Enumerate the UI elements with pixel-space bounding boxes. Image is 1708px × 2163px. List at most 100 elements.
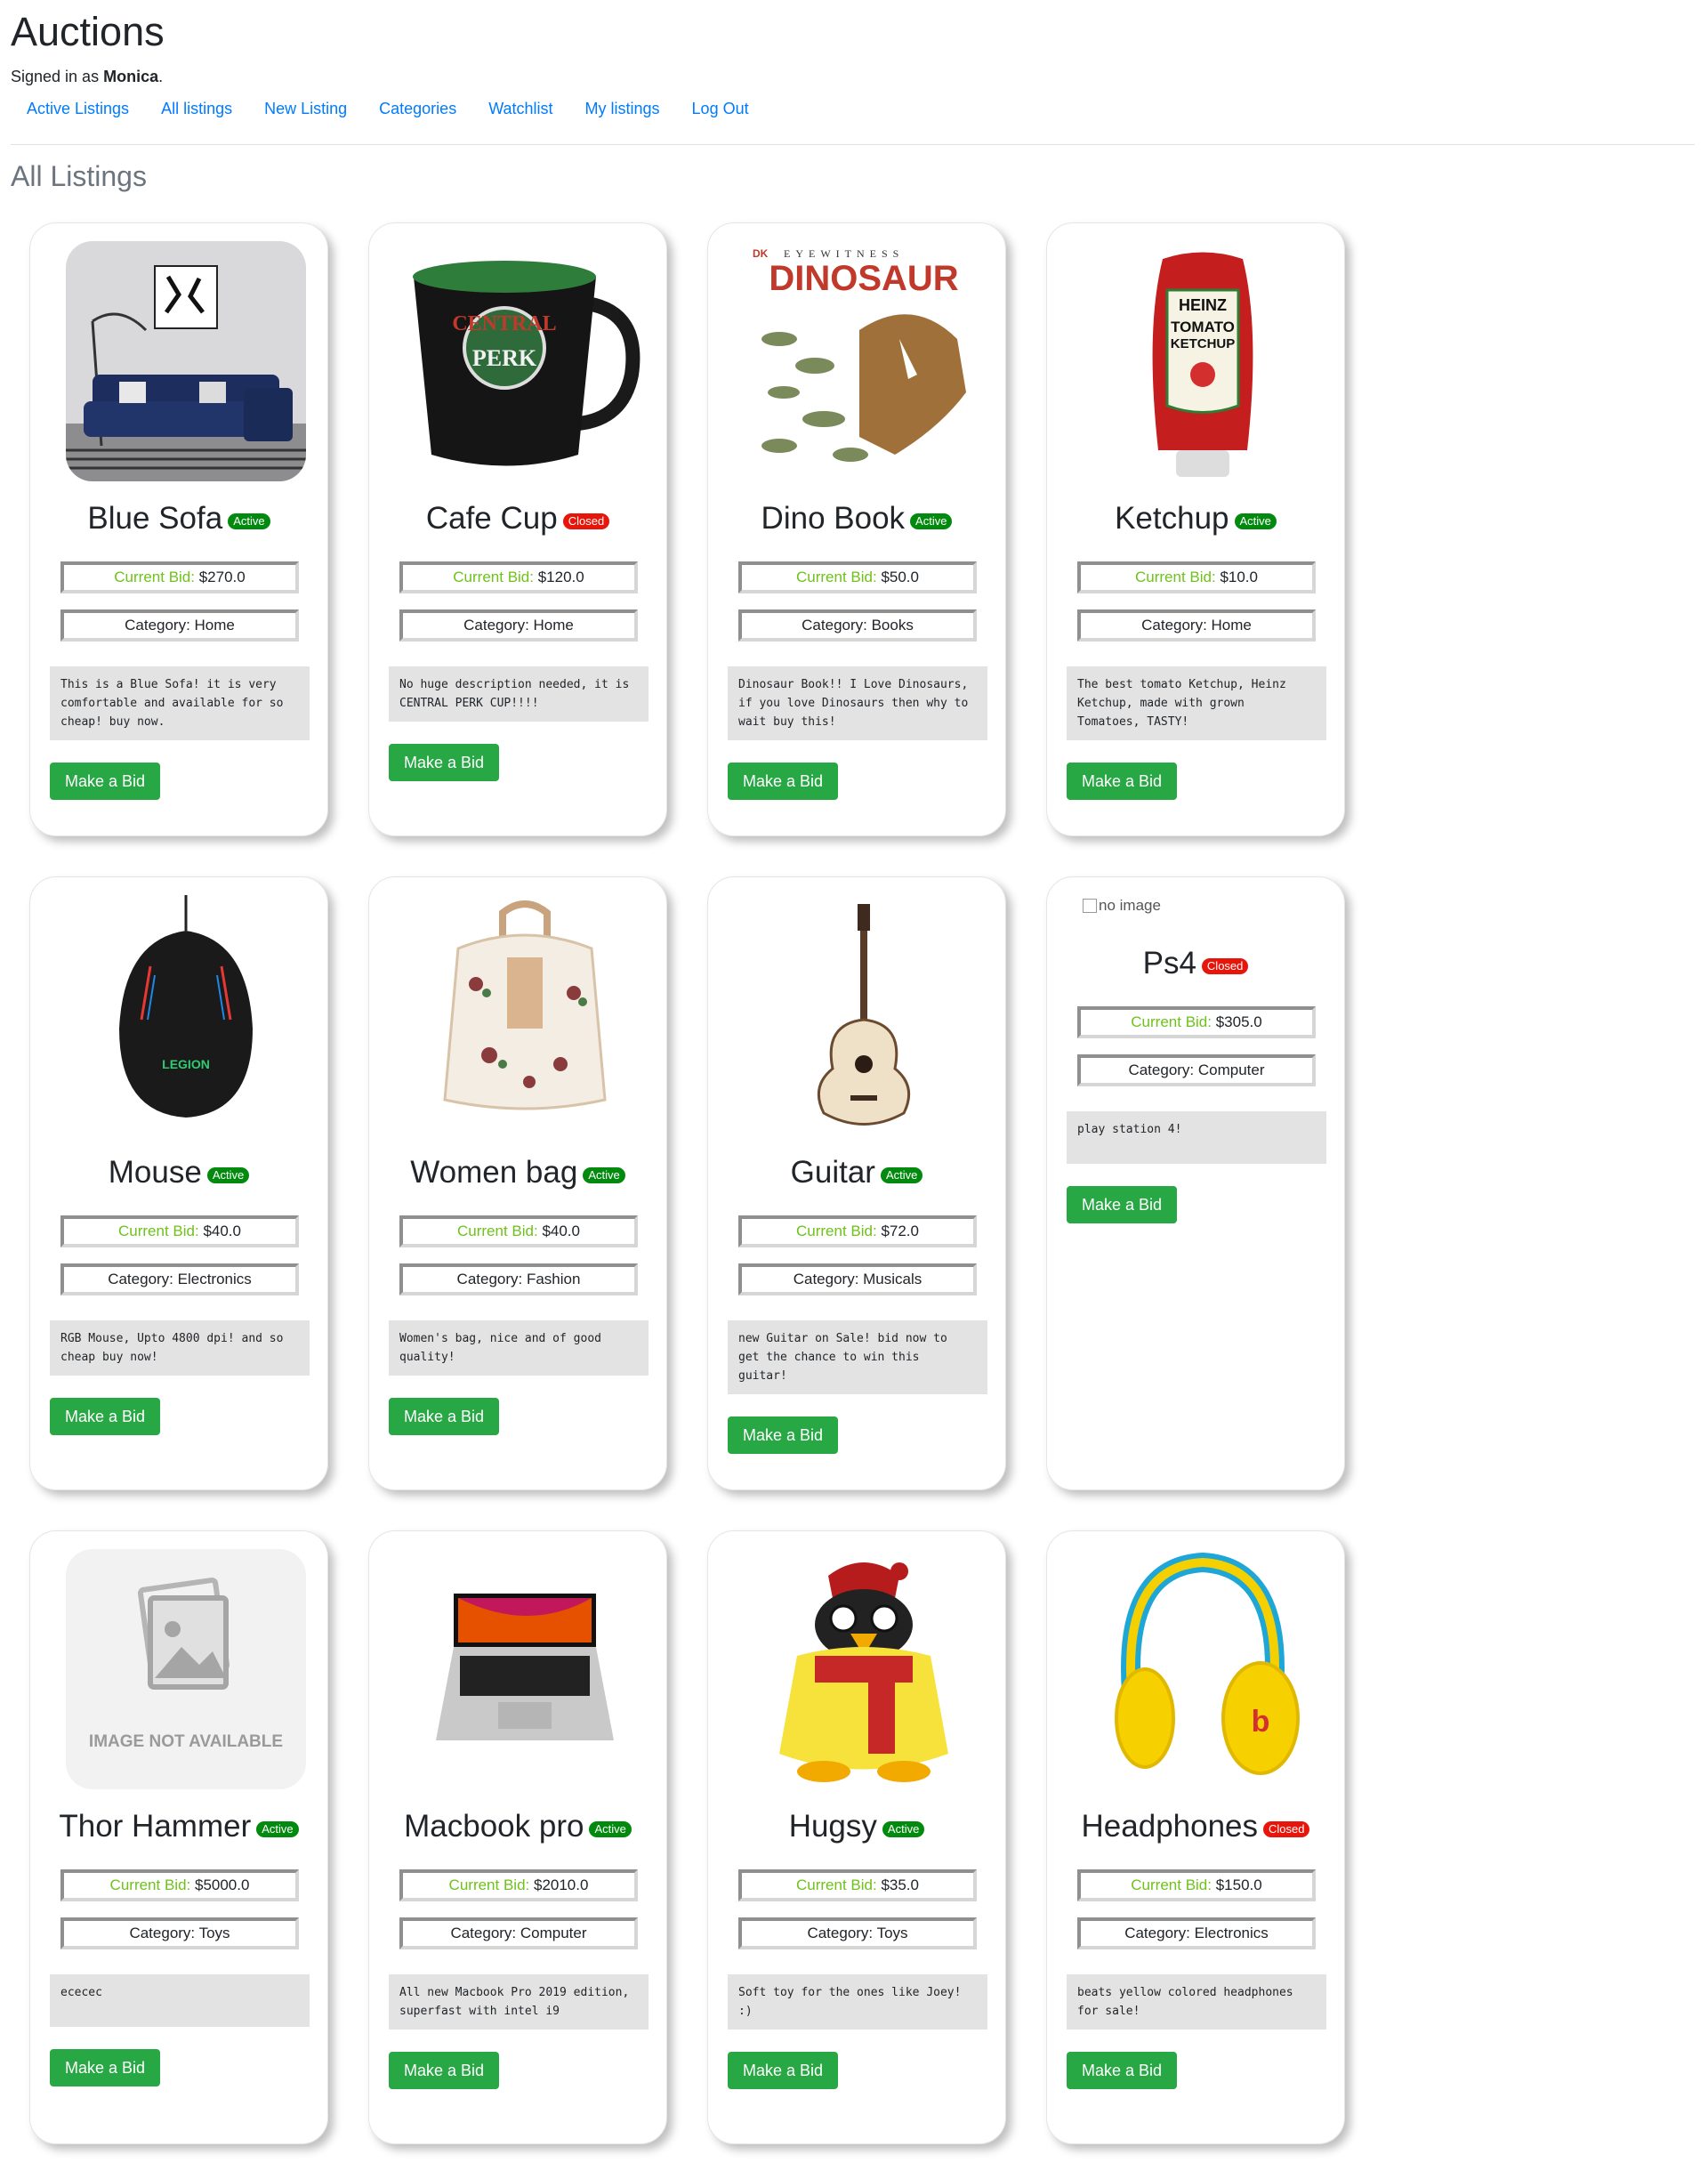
listing-description: No huge description needed, it is CENTRA…	[389, 666, 649, 722]
nav-categories[interactable]: Categories	[363, 96, 472, 122]
svg-text:b: b	[1252, 1705, 1270, 1739]
listing-card: Guitar Active Current Bid: $72.0 Category: …	[707, 876, 1006, 1490]
listings-grid: Blue Sofa Active Current Bid: $270.0 Catego…	[29, 222, 1355, 2144]
listing-card: IMAGE NOT AVAILABLE Thor Hammer Active Curr…	[29, 1530, 328, 2144]
current-bid-label: Current Bid:	[1131, 1013, 1216, 1030]
category-field: Category: Fashion	[399, 1263, 638, 1295]
listing-card: DK EYEWITNESS DINOSAUR Dino Book Active Curre…	[707, 222, 1006, 836]
status-badge: Active	[228, 513, 270, 529]
listing-title-row: Thor Hammer Active	[30, 1807, 327, 1846]
make-bid-button[interactable]: Make a Bid	[728, 763, 839, 800]
listing-description: All new Macbook Pro 2019 edition, superf…	[389, 1974, 649, 2030]
listing-card: Hugsy Active Current Bid: $35.0 Category: T…	[707, 1530, 1006, 2144]
listing-title[interactable]: Macbook pro	[404, 1809, 584, 1844]
svg-text:EYEWITNESS: EYEWITNESS	[784, 247, 904, 260]
listing-description: new Guitar on Sale! bid now to get the c…	[728, 1320, 987, 1394]
make-bid-button[interactable]: Make a Bid	[389, 744, 500, 781]
current-bid-label: Current Bid:	[457, 1223, 543, 1239]
listing-title[interactable]: Ps4	[1143, 946, 1196, 981]
listing-title-row: Macbook pro Active	[369, 1807, 666, 1846]
broken-image-icon: no image	[1083, 897, 1161, 915]
current-bid-value: $50.0	[881, 569, 919, 585]
listing-title[interactable]: Dino Book	[761, 501, 905, 536]
header-divider	[11, 144, 1695, 145]
current-bid-value: $305.0	[1215, 1013, 1262, 1030]
make-bid-button[interactable]: Make a Bid	[50, 1398, 161, 1435]
listing-title[interactable]: Women bag	[410, 1155, 577, 1190]
category-field: Category: Home	[1077, 609, 1316, 642]
listing-title[interactable]: Thor Hammer	[59, 1809, 251, 1844]
listing-description: beats yellow colored headphones for sale…	[1067, 1974, 1326, 2030]
make-bid-button[interactable]: Make a Bid	[728, 2052, 839, 2089]
listing-title-row: Guitar Active	[708, 1153, 1005, 1192]
nav-my-listings[interactable]: My listings	[569, 96, 676, 122]
listing-title-row: Ketchup Active	[1047, 499, 1344, 538]
make-bid-button[interactable]: Make a Bid	[389, 1398, 500, 1435]
nav-active-listings[interactable]: Active Listings	[11, 96, 145, 122]
nav-log-out[interactable]: Log Out	[676, 96, 765, 122]
listing-title[interactable]: Cafe Cup	[426, 501, 558, 536]
main-nav: Active Listings All listings New Listing…	[11, 96, 765, 122]
status-badge: Active	[910, 513, 953, 529]
listing-title[interactable]: Blue Sofa	[87, 501, 222, 536]
status-badge: Closed	[1201, 957, 1249, 974]
make-bid-button[interactable]: Make a Bid	[1067, 763, 1178, 800]
svg-text:IMAGE NOT AVAILABLE: IMAGE NOT AVAILABLE	[89, 1732, 283, 1751]
listing-description: Dinosaur Book!! I Love Dinosaurs, if you…	[728, 666, 987, 740]
current-bid-field: Current Bid: $35.0	[738, 1869, 977, 1901]
svg-text:CENTRAL: CENTRAL	[452, 312, 556, 335]
make-bid-button[interactable]: Make a Bid	[728, 1416, 839, 1454]
current-bid-value: $2010.0	[533, 1876, 589, 1893]
make-bid-button[interactable]: Make a Bid	[1067, 2052, 1178, 2089]
listing-title[interactable]: Mouse	[109, 1155, 202, 1190]
listing-card: b Headphones Closed Current Bid: $150.0 Cate…	[1046, 1530, 1345, 2144]
current-bid-field: Current Bid: $2010.0	[399, 1869, 638, 1901]
current-bid-label: Current Bid:	[796, 569, 882, 585]
listing-title-row: Mouse Active	[30, 1153, 327, 1192]
svg-text:PERK: PERK	[472, 345, 537, 371]
current-bid-field: Current Bid: $10.0	[1077, 561, 1316, 593]
current-bid-field: Current Bid: $305.0	[1077, 1006, 1316, 1038]
mug-image: CENTRAL PERK	[405, 241, 645, 481]
page: Auctions Signed in as Monica. Active Lis…	[0, 0, 1708, 2163]
current-bid-value: $35.0	[881, 1876, 919, 1893]
listing-title[interactable]: Ketchup	[1115, 501, 1229, 536]
guitar-image	[744, 895, 984, 1135]
status-badge: Closed	[562, 513, 610, 529]
nav-watchlist[interactable]: Watchlist	[472, 96, 568, 122]
make-bid-button[interactable]: Make a Bid	[50, 763, 161, 800]
status-badge: Active	[880, 1166, 923, 1183]
current-bid-field: Current Bid: $120.0	[399, 561, 638, 593]
current-bid-value: $150.0	[1215, 1876, 1262, 1893]
current-bid-label: Current Bid:	[796, 1876, 882, 1893]
current-bid-value: $72.0	[881, 1223, 919, 1239]
listing-title[interactable]: Headphones	[1082, 1809, 1259, 1844]
svg-text:DK: DK	[753, 247, 769, 260]
listing-card: CENTRAL PERK Cafe Cup Closed Current Bid: $1…	[368, 222, 667, 836]
svg-text:KETCHUP: KETCHUP	[1171, 336, 1236, 351]
listing-card: Women bag Active Current Bid: $40.0 Categor…	[368, 876, 667, 1490]
nav-all-listings[interactable]: All listings	[145, 96, 248, 122]
listing-title-row: Headphones Closed	[1047, 1807, 1344, 1846]
status-badge: Closed	[1263, 1820, 1310, 1837]
ketchup-image: HEINZ TOMATO KETCHUP	[1083, 241, 1323, 481]
page-heading: All Listings	[11, 160, 147, 192]
headphones-image: b	[1083, 1549, 1323, 1789]
listing-description: ececec	[50, 1974, 310, 2027]
listing-title[interactable]: Guitar	[791, 1155, 875, 1190]
nav-new-listing[interactable]: New Listing	[248, 96, 363, 122]
status-badge: Active	[1234, 513, 1277, 529]
make-bid-button[interactable]: Make a Bid	[50, 2049, 161, 2086]
image-not-available: IMAGE NOT AVAILABLE	[66, 1549, 306, 1789]
current-bid-label: Current Bid:	[1135, 569, 1221, 585]
current-bid-field: Current Bid: $150.0	[1077, 1869, 1316, 1901]
listing-title[interactable]: Hugsy	[789, 1809, 877, 1844]
make-bid-button[interactable]: Make a Bid	[1067, 1186, 1178, 1223]
listing-description: RGB Mouse, Upto 4800 dpi! and so cheap b…	[50, 1320, 310, 1376]
listing-card: Macbook pro Active Current Bid: $2010.0 Cat…	[368, 1530, 667, 2144]
category-field: Category: Electronics	[60, 1263, 299, 1295]
broken-image-placeholder-icon	[1083, 899, 1097, 913]
category-field: Category: Home	[399, 609, 638, 642]
listing-description: This is a Blue Sofa! it is very comforta…	[50, 666, 310, 740]
make-bid-button[interactable]: Make a Bid	[389, 2052, 500, 2089]
